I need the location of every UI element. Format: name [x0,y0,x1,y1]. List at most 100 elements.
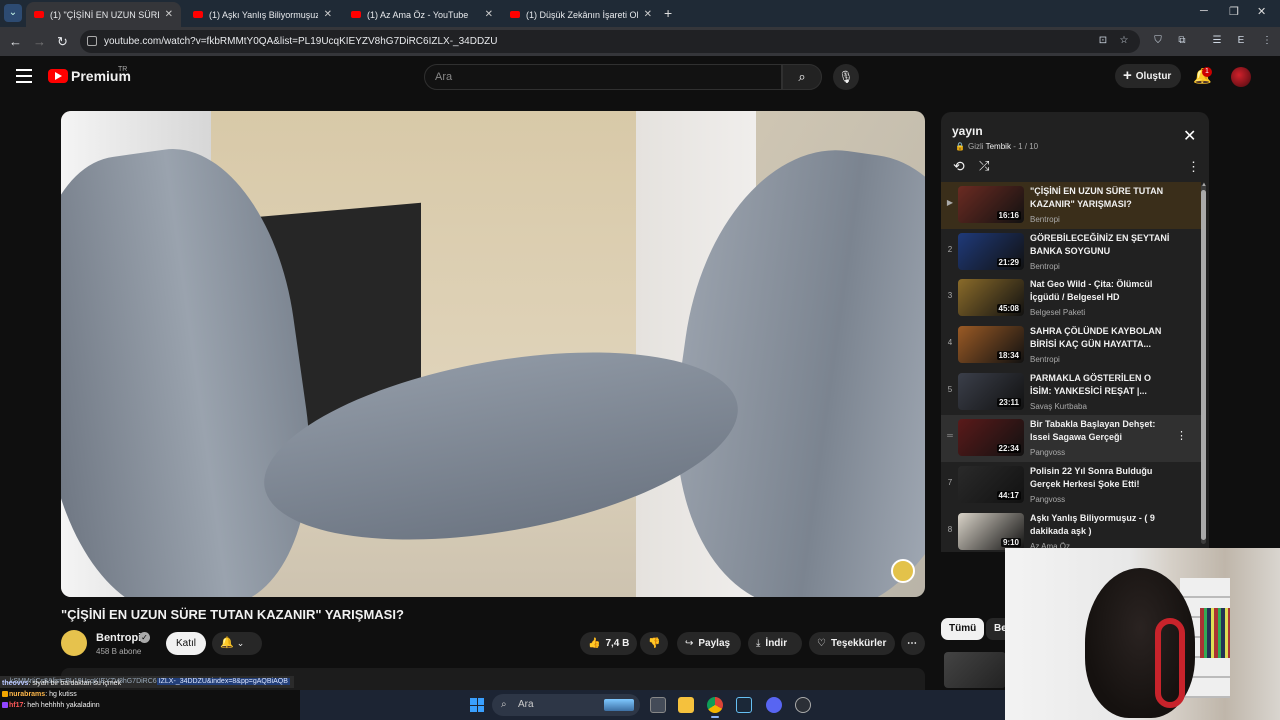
playlist-item-title[interactable]: Nat Geo Wild - Çita: Ölümcül İçgüdü / Be… [1030,278,1170,304]
channel-name[interactable]: Bentropi [96,632,141,644]
hamburger-menu-icon[interactable] [16,69,32,83]
shuffle-icon[interactable]: ⤮ [979,158,989,174]
search-icon[interactable]: ⌕ [782,64,822,90]
playlist-item[interactable]: ═ 22:34 Bir Tabakla Başlayan Dehşet: Issei… [941,415,1201,463]
playlist-item-thumbnail[interactable]: 22:34 [958,419,1024,457]
reload-icon[interactable]: ↻ [57,34,68,50]
chip-all[interactable]: Tümü [941,618,985,640]
playlist-item-title[interactable]: "ÇİŞİNİ EN UZUN SÜRE TUTAN KAZANIR" YARI… [1030,185,1170,211]
window-close-icon[interactable]: ✕ [1257,5,1266,18]
youtube-logo[interactable]: Premium TR [48,66,131,84]
playlist-item[interactable]: 7 44:17 Polisin 22 Yıl Sonra Bulduğu Gerçe… [941,462,1201,509]
close-icon[interactable]: ✕ [324,9,332,20]
chrome-icon[interactable] [707,697,723,713]
create-label: Oluştur [1135,71,1172,82]
browser-tab-4[interactable]: (1) Düşük Zekânın İşareti Olan G ✕ [502,2,660,27]
chat-username[interactable]: hf17 [9,702,23,709]
video-title: "ÇİŞİNİ EN UZUN SÜRE TUTAN KAZANIR" YARI… [61,607,404,622]
back-arrow-icon[interactable]: ← [9,34,22,49]
more-vertical-icon[interactable]: ⋮ [1187,159,1200,175]
playlist-item[interactable]: 5 23:11 PARMAKLA GÖSTERİLEN O İSİM: YANKES… [941,369,1201,416]
playlist-item-thumbnail[interactable]: 18:34 [958,326,1024,364]
file-explorer-icon[interactable] [678,697,694,713]
playlist-owner[interactable]: Tembik [986,142,1011,151]
tab-label: (1) Aşkı Yanlış Biliyormuşuz - (9 [209,9,318,20]
playlist-item[interactable]: 3 45:08 Nat Geo Wild - Çita: Ölümcül İçgüd… [941,275,1201,322]
install-app-icon[interactable]: ⊡ [1097,35,1109,47]
video-player[interactable] [61,111,925,597]
playlist-item[interactable]: ▶ 16:16 "ÇİŞİNİ EN UZUN SÜRE TUTAN KAZANIR… [941,182,1201,229]
playlist-item-index: 7 [947,478,953,488]
close-icon[interactable]: ✕ [165,9,173,20]
chat-username[interactable]: theovvs [2,680,28,687]
playlist-item-title[interactable]: Aşkı Yanlış Biliyormuşuz - ( 9 dakikada … [1030,512,1170,538]
subscription-bell-button[interactable]: 🔔 ⌄ [212,632,262,655]
shield-extension-icon[interactable]: ⛉ [1152,35,1164,47]
more-horizontal-icon: ⋯ [907,638,917,649]
browser-tab-1[interactable]: (1) "ÇİŞİNİ EN UZUN SÜRE TUTAN ✕ [26,2,181,27]
scroll-up-arrow-icon[interactable]: ▲ [1201,182,1207,188]
download-button[interactable]: ⤓ İndir [748,632,802,655]
forward-arrow-icon[interactable]: → [33,34,46,49]
new-tab-button[interactable]: + [664,5,672,21]
reading-list-icon[interactable]: ☰ [1211,35,1223,47]
create-button[interactable]: + Oluştur [1115,64,1181,88]
playlist-item-thumbnail[interactable]: 21:29 [958,232,1024,270]
playlist-item-thumbnail[interactable]: 45:08 [958,279,1024,317]
minimize-icon[interactable]: ─ [1200,5,1208,17]
webcam-headphones [1155,618,1185,708]
playlist-item-title[interactable]: PARMAKLA GÖSTERİLEN O İSİM: YANKESİCİ RE… [1030,372,1170,398]
profile-avatar[interactable]: E [1235,35,1247,47]
playlist-item[interactable]: 2 21:29 GÖREBİLECEĞİNİZ EN ŞEYTANİ BANKA S… [941,229,1201,276]
notification-count-badge: 1 [1202,67,1212,77]
maximize-icon[interactable]: ❐ [1229,5,1239,18]
more-vertical-icon[interactable]: ⋮ [1176,429,1187,442]
task-view-icon[interactable] [650,697,666,713]
playlist-item-thumbnail[interactable]: 16:16 [958,186,1024,223]
more-actions-button[interactable]: ⋯ [901,632,925,655]
playlist-item-title[interactable]: SAHRA ÇÖLÜNDE KAYBOLAN BİRİSİ KAÇ GÜN HA… [1030,325,1170,351]
extensions-puzzle-icon[interactable]: ⧉ [1176,35,1188,47]
share-button[interactable]: ↪ Paylaş [677,632,741,655]
bookmark-star-icon[interactable]: ☆ [1118,35,1130,47]
recommended-video-thumbnail[interactable] [944,652,1006,688]
close-icon[interactable]: ✕ [485,9,493,20]
taskbar-search[interactable]: ⌕ Ara [492,694,640,716]
playlist-item[interactable]: 8 9:10 Aşkı Yanlış Biliyormuşuz - ( 9 daki… [941,509,1201,552]
microphone-icon[interactable]: 🎙 [833,64,859,90]
thanks-label: Teşekkürler [830,638,887,649]
chat-username[interactable]: nurabrams [9,691,45,698]
site-info-icon[interactable] [87,36,97,46]
like-button[interactable]: 👍 7,4 B [580,632,637,655]
steam-icon[interactable] [736,697,752,713]
close-icon[interactable]: ✕ [1183,126,1196,146]
discord-icon[interactable] [766,697,782,713]
playlist-item-thumbnail[interactable]: 23:11 [958,372,1024,410]
playlist-item-thumbnail[interactable]: 9:10 [958,512,1024,550]
playlist-item-title[interactable]: Polisin 22 Yıl Sonra Bulduğu Gerçek Herk… [1030,465,1170,491]
playlist-item-thumbnail[interactable]: 44:17 [958,466,1024,504]
browser-tab-3[interactable]: (1) Az Ama Öz - YouTube ✕ [343,2,501,27]
playlist-scrollbar[interactable] [1201,190,1206,540]
join-button[interactable]: Katıl [166,632,206,655]
channel-watermark-icon[interactable] [891,559,915,583]
tab-search-button[interactable]: ⌄ [4,4,22,22]
loop-icon[interactable]: ⟲ [953,158,965,175]
dislike-button[interactable]: 👎 [640,632,668,655]
windows-start-icon[interactable] [470,698,484,712]
obs-icon[interactable] [795,697,811,713]
thanks-button[interactable]: ♡ Teşekkürler [809,632,895,655]
playlist-title[interactable]: yayın [952,124,983,138]
address-bar[interactable]: youtube.com/watch?v=fkbRMMtY0QA&list=PL1… [80,30,1140,53]
video-duration: 45:08 [996,304,1021,314]
playlist-item-title[interactable]: Bir Tabakla Başlayan Dehşet: Issei Sagaw… [1030,418,1170,444]
playlist-item[interactable]: 4 18:34 SAHRA ÇÖLÜNDE KAYBOLAN BİRİSİ KAÇ … [941,322,1201,369]
account-avatar[interactable] [1231,67,1251,87]
playlist-items: ▶ 16:16 "ÇİŞİNİ EN UZUN SÜRE TUTAN KAZANIR… [941,182,1201,552]
browser-menu-icon[interactable]: ⋮ [1261,35,1273,47]
channel-avatar[interactable] [61,630,87,656]
playlist-item-title[interactable]: GÖREBİLECEĞİNİZ EN ŞEYTANİ BANKA SOYGUNU [1030,232,1170,258]
search-input[interactable]: Ara [424,64,782,90]
close-icon[interactable]: ✕ [644,9,652,20]
browser-tab-2[interactable]: (1) Aşkı Yanlış Biliyormuşuz - (9 ✕ [185,2,340,27]
